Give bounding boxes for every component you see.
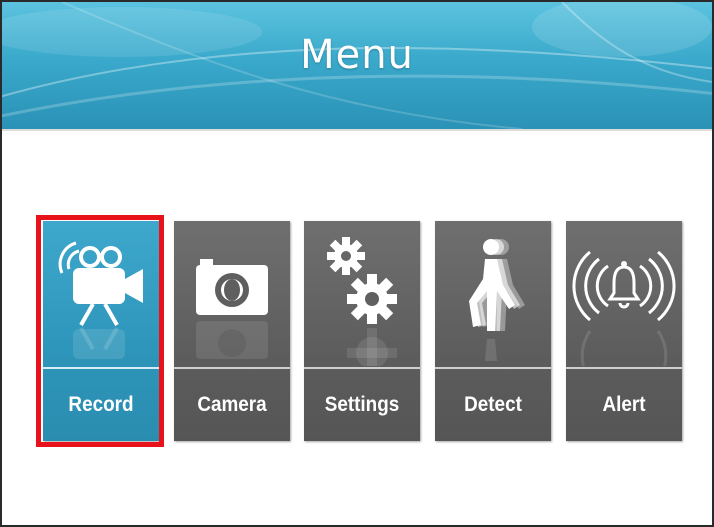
video-camera-icon — [43, 221, 159, 366]
tile-divider — [43, 367, 159, 369]
tile-divider — [174, 367, 290, 369]
menu-item-label: Settings — [324, 393, 400, 416]
menu-item-settings[interactable]: Settings — [304, 221, 420, 441]
menu-item-camera[interactable]: Camera — [174, 221, 290, 441]
menu-item-label: Detect — [464, 393, 522, 416]
gears-icon — [304, 221, 420, 366]
menu-tiles: Record Camera Settings Detect Alert — [2, 2, 712, 525]
tile-divider — [435, 367, 551, 369]
menu-item-detect[interactable]: Detect — [435, 221, 551, 441]
menu-item-label: Alert — [602, 393, 646, 416]
menu-item-label: Camera — [197, 393, 267, 416]
menu-item-label: Record — [68, 393, 134, 416]
camera-icon — [174, 221, 290, 366]
menu-item-alert[interactable]: Alert — [566, 221, 682, 441]
menu-screen: Menu Record Camera Settings Detect Alert — [0, 0, 714, 527]
bell-alarm-icon — [566, 221, 682, 366]
walking-person-icon — [435, 221, 551, 366]
tile-divider — [566, 367, 682, 369]
tile-divider — [304, 367, 420, 369]
menu-item-record[interactable]: Record — [43, 221, 159, 441]
